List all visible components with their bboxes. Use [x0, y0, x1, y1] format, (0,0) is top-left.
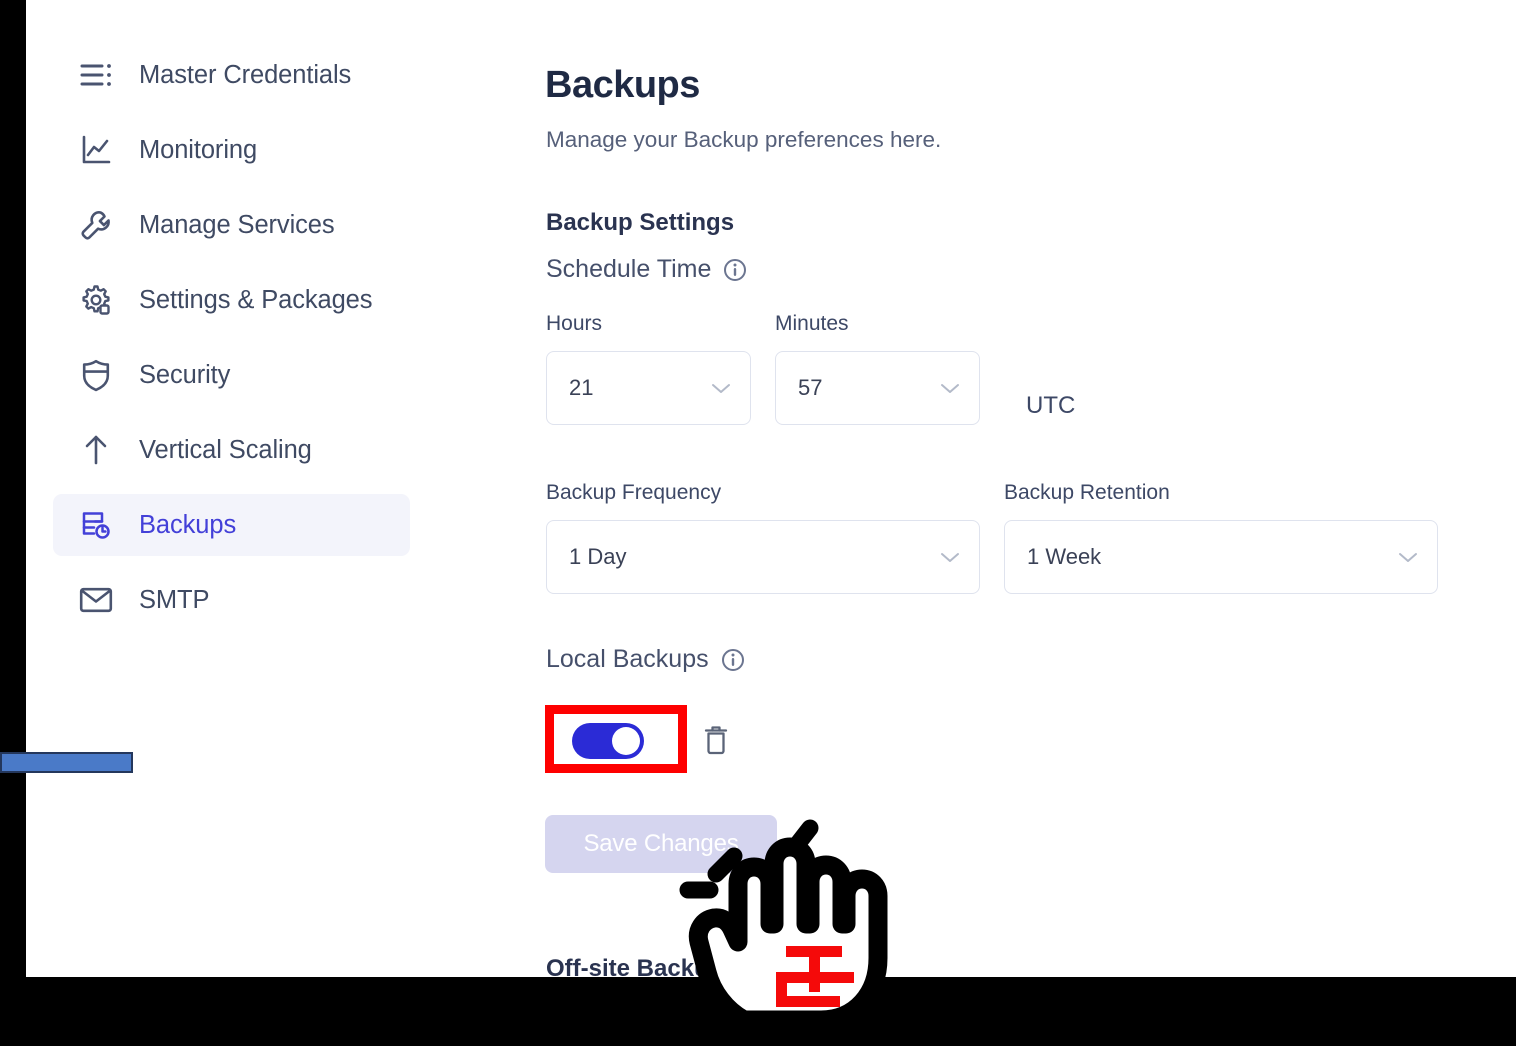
- page-subtitle: Manage your Backup preferences here.: [546, 126, 942, 152]
- list-icon: [78, 57, 114, 93]
- sidebar-item-vertical-scaling[interactable]: Vertical Scaling: [53, 419, 410, 481]
- sidebar-navigation: Master Credentials Monitoring Manage Ser…: [26, 0, 446, 977]
- schedule-time-label-row: Schedule Time: [546, 255, 747, 284]
- hours-value: 21: [569, 375, 594, 400]
- backup-retention-value: 1 Week: [1027, 544, 1102, 569]
- wrench-icon: [78, 207, 114, 243]
- sidebar-item-label: SMTP: [139, 585, 210, 614]
- local-backups-label-row: Local Backups: [546, 645, 745, 674]
- sidebar-item-label: Settings & Packages: [139, 285, 373, 314]
- sidebar-item-label: Master Credentials: [139, 60, 352, 89]
- toggle-knob: [612, 727, 640, 755]
- sidebar-item-monitoring[interactable]: Monitoring: [53, 119, 410, 181]
- backup-retention-select[interactable]: 1 Week: [1004, 520, 1438, 594]
- arrow-up-icon: [78, 432, 114, 468]
- backup-settings-heading: Backup Settings: [546, 208, 735, 236]
- save-changes-button[interactable]: Save Changes: [545, 815, 777, 873]
- sidebar-item-settings-packages[interactable]: Settings & Packages: [53, 269, 410, 331]
- window-frame-left-border: [0, 0, 26, 1046]
- local-backups-toggle[interactable]: [572, 723, 644, 759]
- envelope-icon: [78, 582, 114, 618]
- chevron-down-icon: [941, 384, 959, 393]
- app-viewport: Master Credentials Monitoring Manage Ser…: [26, 0, 1516, 977]
- main-content: Backups Manage your Backup preferences h…: [545, 0, 1516, 977]
- page-title: Backups: [545, 64, 700, 107]
- sidebar-item-security[interactable]: Security: [53, 344, 410, 406]
- minutes-label: Minutes: [775, 312, 849, 335]
- backup-retention-label: Backup Retention: [1004, 481, 1170, 504]
- minutes-value: 57: [798, 375, 823, 400]
- sidebar-item-label: Vertical Scaling: [139, 435, 312, 464]
- local-backups-controls: [545, 690, 845, 780]
- sidebar-item-smtp[interactable]: SMTP: [53, 569, 410, 631]
- sidebar-item-label: Monitoring: [139, 135, 258, 164]
- gear-icon: [78, 282, 114, 318]
- sidebar-item-master-credentials[interactable]: Master Credentials: [53, 44, 410, 106]
- sidebar-item-label: Backups: [139, 510, 237, 539]
- window-frame-bottom-border: [0, 977, 1516, 1046]
- info-circle-icon[interactable]: [723, 258, 747, 282]
- sidebar-item-label: Security: [139, 360, 231, 389]
- info-circle-icon[interactable]: [721, 648, 745, 672]
- offsite-backups-heading: Off-site Backups: [546, 954, 737, 977]
- schedule-time-label: Schedule Time: [546, 255, 712, 283]
- chevron-down-icon: [1399, 553, 1417, 562]
- chevron-down-icon: [941, 553, 959, 562]
- minutes-select[interactable]: 57: [775, 351, 980, 425]
- sidebar-item-label: Manage Services: [139, 210, 335, 239]
- local-backups-label: Local Backups: [546, 645, 709, 673]
- backup-database-icon: [78, 507, 114, 543]
- chart-line-icon: [78, 132, 114, 168]
- hours-label: Hours: [546, 312, 603, 335]
- backup-frequency-label: Backup Frequency: [546, 481, 722, 504]
- backup-frequency-value: 1 Day: [569, 544, 627, 569]
- trash-icon[interactable]: [703, 723, 729, 760]
- timezone-label: UTC: [1026, 392, 1076, 419]
- shield-icon: [78, 357, 114, 393]
- sidebar-item-backups[interactable]: Backups: [53, 494, 410, 556]
- chevron-down-icon: [712, 384, 730, 393]
- sidebar-item-manage-services[interactable]: Manage Services: [53, 194, 410, 256]
- hours-select[interactable]: 21: [546, 351, 751, 425]
- backup-frequency-select[interactable]: 1 Day: [546, 520, 980, 594]
- progress-bar-indicator[interactable]: [0, 752, 133, 773]
